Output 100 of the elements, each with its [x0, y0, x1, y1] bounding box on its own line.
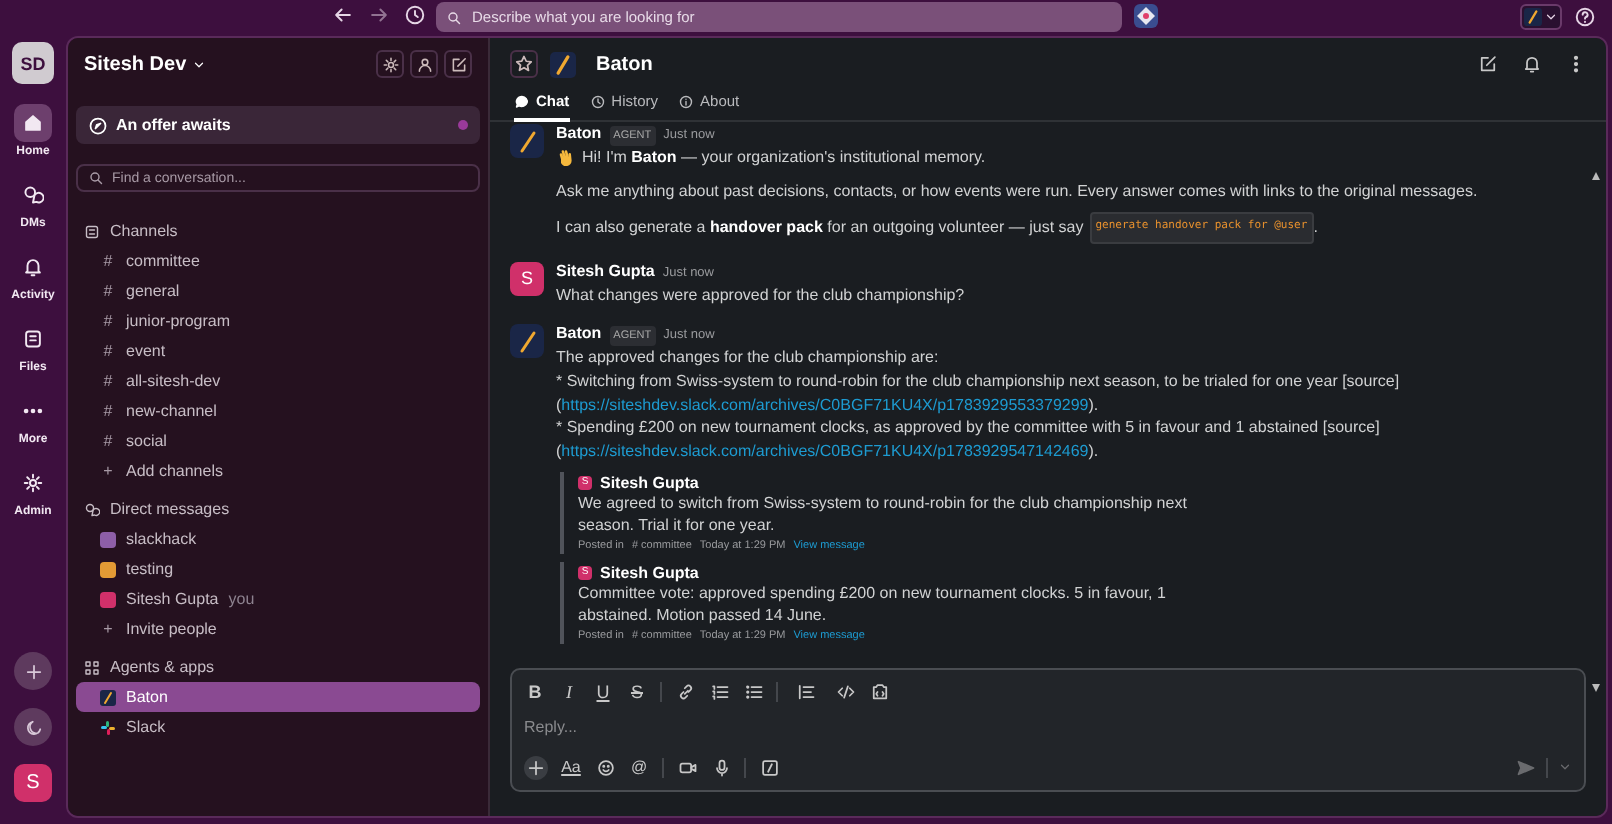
- app-logo-icon[interactable]: [1134, 4, 1158, 28]
- format-button[interactable]: [868, 681, 890, 701]
- format-button[interactable]: [794, 681, 816, 701]
- numbered-list-icon: [709, 681, 729, 701]
- sidebar-item[interactable]: slackhack: [76, 524, 480, 554]
- you-label: you: [228, 590, 255, 608]
- search-icon: [88, 170, 104, 186]
- hash-sign: #: [101, 342, 115, 360]
- theme-button[interactable]: [14, 708, 52, 746]
- video-camera-icon: [677, 757, 697, 778]
- message-author[interactable]: Sitesh Gupta: [556, 261, 655, 281]
- section-header[interactable]: Channels: [76, 216, 480, 246]
- composer-action-button[interactable]: [710, 755, 732, 780]
- format-button[interactable]: [708, 681, 730, 701]
- hash-sign: #: [101, 252, 115, 270]
- sidebar-item[interactable]: Slack: [76, 712, 480, 742]
- quote-author: Sitesh Gupta: [600, 473, 699, 492]
- baton-logo-icon: [1524, 8, 1542, 26]
- message-text: (https://siteshdev.slack.com/archives/C0BGF71KU4X/p1783929547142469).: [556, 440, 1101, 464]
- message-text: (https://siteshdev.slack.com/archives/C0BGF71KU4X/p1783929553379299).: [556, 393, 1101, 417]
- compose-icon: [449, 55, 467, 73]
- help-icon: [1574, 6, 1596, 28]
- compass-icon: [88, 115, 108, 135]
- user-avatar: S: [510, 261, 544, 295]
- workspace-icon[interactable]: SD: [12, 42, 54, 84]
- composer-action-button[interactable]: [758, 755, 780, 780]
- composer-action-button[interactable]: [524, 755, 548, 780]
- smiley-icon: [595, 757, 615, 778]
- composer-action-button[interactable]: @: [628, 755, 650, 780]
- chat-bubble-icon: [514, 93, 530, 109]
- quoted-message: Committee vote: approved spending £200 on new tournament clocks. 5 in favour, 1 abstained. Motion passed 14 June.: [578, 582, 1168, 628]
- message-link[interactable]: https://siteshdev.slack.com/archives/C0BGF71KU4X/p1783929547142469: [561, 442, 1089, 461]
- composer-action-button[interactable]: [594, 755, 616, 780]
- chat-bubbles-icon: [22, 184, 44, 206]
- star-button[interactable]: [510, 50, 538, 78]
- format-button[interactable]: B: [524, 681, 546, 701]
- composer-action-button[interactable]: Aa: [560, 755, 582, 780]
- scrollbar[interactable]: [1590, 170, 1602, 694]
- hash-sign: #: [101, 312, 115, 330]
- settings-button[interactable]: [376, 50, 404, 78]
- format-button[interactable]: [742, 681, 764, 701]
- slash-command-icon: [759, 757, 779, 778]
- info-icon: [678, 93, 695, 109]
- sidebar-item[interactable]: # new-channel: [76, 396, 480, 426]
- format-button[interactable]: [834, 681, 856, 701]
- sidebar-item[interactable]: # all-sitesh-dev: [76, 366, 480, 396]
- format-button[interactable]: S: [626, 681, 648, 701]
- section-header[interactable]: Agents & apps: [76, 652, 480, 682]
- plus-icon: [23, 661, 43, 681]
- files-icon: [22, 328, 44, 350]
- format-button[interactable]: U: [592, 681, 614, 701]
- add-person-button[interactable]: [410, 50, 438, 78]
- sidebar-item[interactable]: # committee: [76, 246, 480, 276]
- channel-title: Baton: [596, 53, 653, 75]
- sidebar-item[interactable]: + Invite people: [76, 614, 480, 644]
- search-icon: [446, 9, 462, 25]
- user-avatar[interactable]: S: [14, 764, 52, 802]
- compose-icon: [1478, 54, 1498, 74]
- sidebar-item[interactable]: Baton: [76, 682, 480, 712]
- history-clock-icon: [404, 4, 426, 26]
- home-icon: [22, 112, 44, 134]
- chat-bubbles-icon: [84, 501, 100, 517]
- settings-icon: [381, 55, 399, 73]
- sidebar-item[interactable]: # social: [76, 426, 480, 456]
- message-text: Hi! I'm Baton — your organization's institutional memory.: [556, 146, 1570, 169]
- compose-button[interactable]: [444, 50, 472, 78]
- bell-icon: [1522, 54, 1542, 74]
- add-button[interactable]: [14, 652, 52, 690]
- message-composer[interactable]: B I U S Reply... Aa @: [510, 668, 1586, 792]
- person-icon: [415, 55, 433, 73]
- profile-switcher[interactable]: [1520, 4, 1562, 30]
- section-header[interactable]: Direct messages: [76, 494, 480, 524]
- format-button[interactable]: I: [558, 681, 580, 701]
- chevron-down-icon: [192, 57, 207, 71]
- sidebar-item[interactable]: testing: [76, 554, 480, 584]
- sidebar-item[interactable]: Sitesh Gupta you: [76, 584, 480, 614]
- sidebar-item[interactable]: + Add channels: [76, 456, 480, 486]
- format-button[interactable]: [674, 681, 696, 701]
- microphone-icon: [711, 757, 731, 778]
- message-author[interactable]: Baton: [556, 124, 602, 144]
- send-icon: [1516, 757, 1536, 778]
- message-author[interactable]: Baton: [556, 324, 602, 344]
- hash-sign: #: [101, 432, 115, 450]
- sidebar-item[interactable]: # junior-program: [76, 306, 480, 336]
- offer-banner[interactable]: An offer awaits: [76, 106, 480, 144]
- settings-icon: [22, 472, 44, 494]
- message-link[interactable]: https://siteshdev.slack.com/archives/C0BGF71KU4X/p1783929553379299: [561, 395, 1089, 414]
- bell-icon: [22, 256, 44, 278]
- baton-avatar: [510, 124, 544, 158]
- hash-sign: #: [101, 372, 115, 390]
- workspace-title[interactable]: Sitesh Dev: [84, 53, 207, 75]
- channels-list-icon: [84, 223, 100, 239]
- sidebar-item[interactable]: # event: [76, 336, 480, 366]
- apps-grid-icon: [84, 659, 100, 675]
- clock-icon: [589, 93, 606, 109]
- message-text: Ask me anything about past decisions, contacts, or how events were run. Every answer comes with links to the original messages.: [556, 179, 1480, 202]
- baton-avatar: [510, 324, 544, 358]
- waving-hand-icon: [556, 147, 576, 168]
- sidebar-item[interactable]: # general: [76, 276, 480, 306]
- plus-sign: +: [101, 620, 115, 638]
